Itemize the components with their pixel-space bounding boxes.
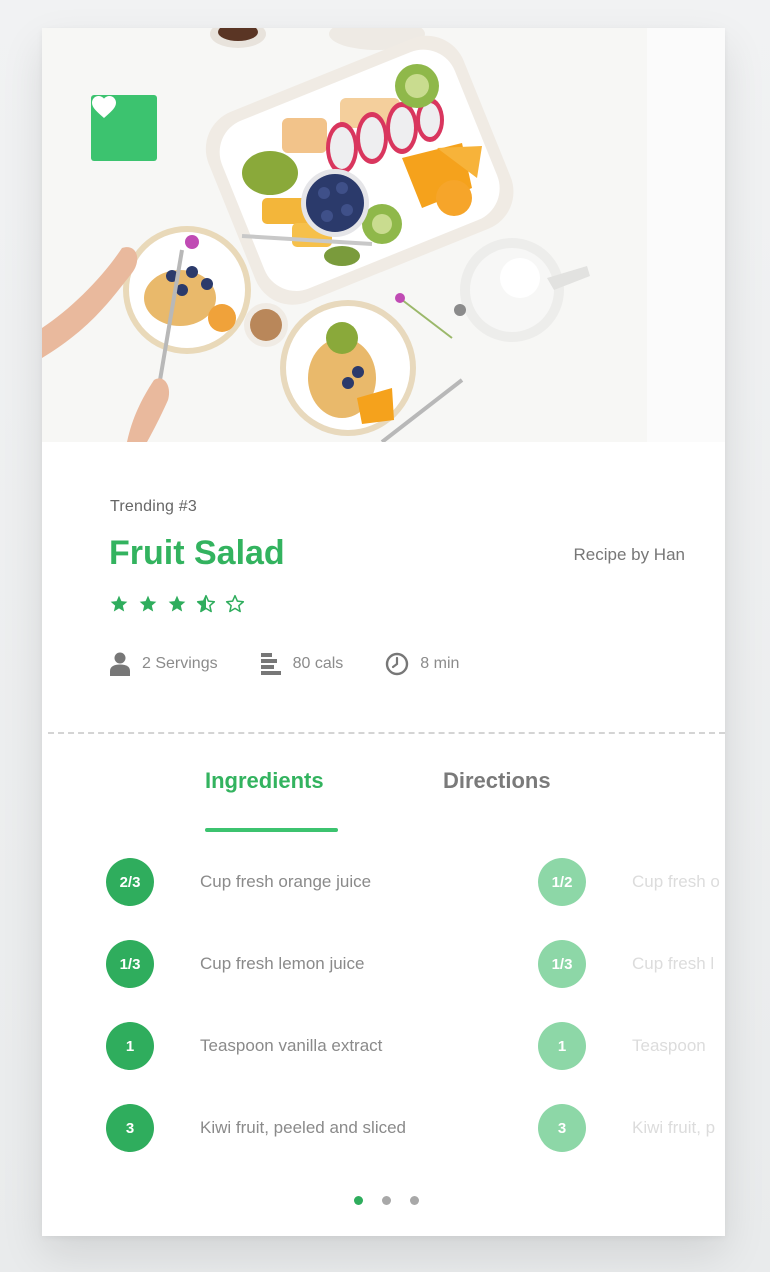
- star-icon: [168, 595, 186, 612]
- servings-stat: 2 Servings: [109, 652, 218, 676]
- quantity-badge: 1/2: [538, 858, 586, 906]
- servings-text: 2 Servings: [142, 655, 218, 672]
- quantity-badge: 1: [538, 1022, 586, 1070]
- quantity-badge: 3: [106, 1104, 154, 1152]
- person-icon: [110, 652, 130, 676]
- star-icon: [139, 595, 157, 612]
- active-tab-indicator: [205, 828, 338, 832]
- quantity-badge: 1/3: [106, 940, 154, 988]
- calories-stat: 80 cals: [260, 652, 344, 676]
- star-outline-icon: [225, 594, 245, 613]
- recipe-title: Fruit Salad: [109, 534, 285, 572]
- ingredient-text: Cup fresh o: [632, 872, 720, 891]
- tab-ingredients[interactable]: Ingredients: [205, 768, 324, 794]
- page-dot-1[interactable]: [354, 1196, 363, 1205]
- trending-label: Trending #3: [110, 498, 197, 515]
- bars-icon: [260, 653, 281, 675]
- ingredient-text: Teaspoon vanilla extract: [200, 1036, 383, 1055]
- tab-directions[interactable]: Directions: [443, 768, 551, 794]
- heart-icon: [92, 96, 116, 118]
- star-icon: [110, 595, 128, 612]
- quantity-badge: 1/3: [538, 940, 586, 988]
- favorite-button[interactable]: [91, 95, 157, 161]
- recipe-photo: [42, 28, 725, 442]
- ingredient-text: Kiwi fruit, peeled and sliced: [200, 1118, 407, 1137]
- rating-stars: [109, 594, 245, 614]
- list-item: 1/3 Cup fresh l: [538, 940, 725, 1022]
- recipe-author[interactable]: Recipe by Han: [573, 545, 685, 565]
- ingredient-text: Cup fresh l: [632, 954, 715, 973]
- quantity-badge: 1: [106, 1022, 154, 1070]
- ingredient-text: Kiwi fruit, p: [632, 1118, 716, 1137]
- calories-text: 80 cals: [292, 655, 344, 672]
- recipe-stats: 2 Servings 80 cals 8 min: [109, 652, 501, 676]
- time-text: 8 min: [420, 655, 460, 672]
- clock-icon: [386, 652, 409, 676]
- quantity-badge: 2/3: [106, 858, 154, 906]
- ingredient-text: Cup fresh orange juice: [200, 872, 372, 891]
- quantity-badge: 3: [538, 1104, 586, 1152]
- recipe-card: Trending #3 Fruit Salad Recipe by Han 2 …: [42, 28, 725, 1236]
- ingredient-text: Cup fresh lemon juice: [200, 954, 365, 973]
- page-indicator: [354, 1196, 419, 1205]
- ingredients-list-next-page: 1/2 Cup fresh o 1/3 Cup fresh l 1 Teaspo…: [538, 858, 725, 1186]
- list-item: 1 Teaspoon: [538, 1022, 725, 1104]
- ingredient-text: Teaspoon: [632, 1036, 706, 1055]
- section-divider: [48, 732, 725, 734]
- list-item: 3 Kiwi fruit, p: [538, 1104, 725, 1186]
- page-dot-2[interactable]: [382, 1196, 391, 1205]
- time-stat: 8 min: [385, 652, 459, 676]
- list-item: 1/2 Cup fresh o: [538, 858, 725, 940]
- star-half-icon: [196, 594, 216, 613]
- page-dot-3[interactable]: [410, 1196, 419, 1205]
- recipe-tabs: Ingredients Directions: [42, 768, 725, 838]
